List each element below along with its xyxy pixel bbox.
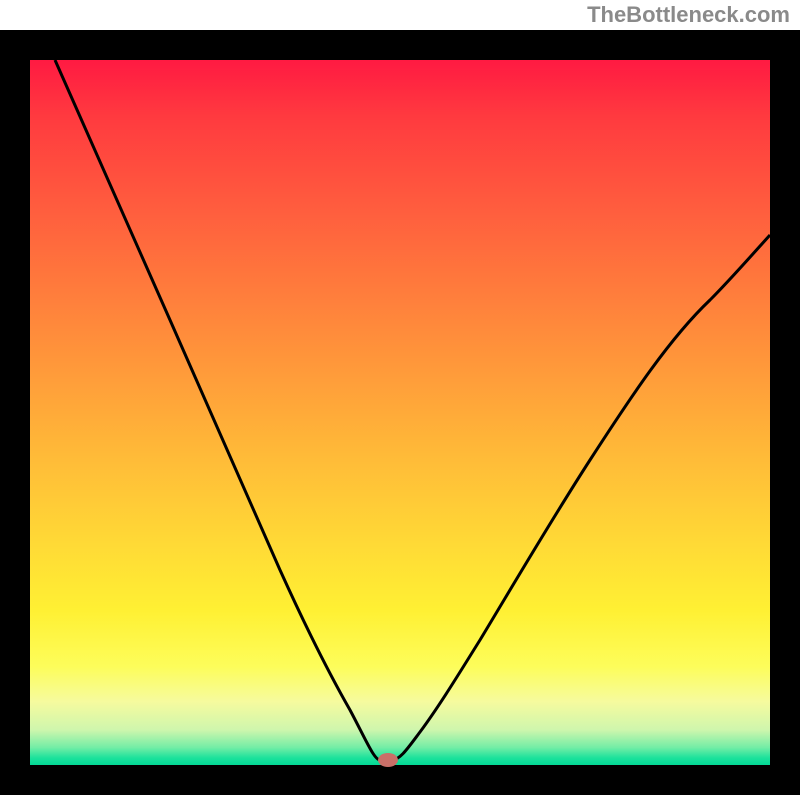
image-root: TheBottleneck.com [0,0,800,800]
optimal-marker [378,753,398,767]
watermark-text: TheBottleneck.com [587,2,790,28]
curve-path [55,60,770,760]
chart-frame [0,30,800,795]
bottleneck-curve [30,60,770,765]
